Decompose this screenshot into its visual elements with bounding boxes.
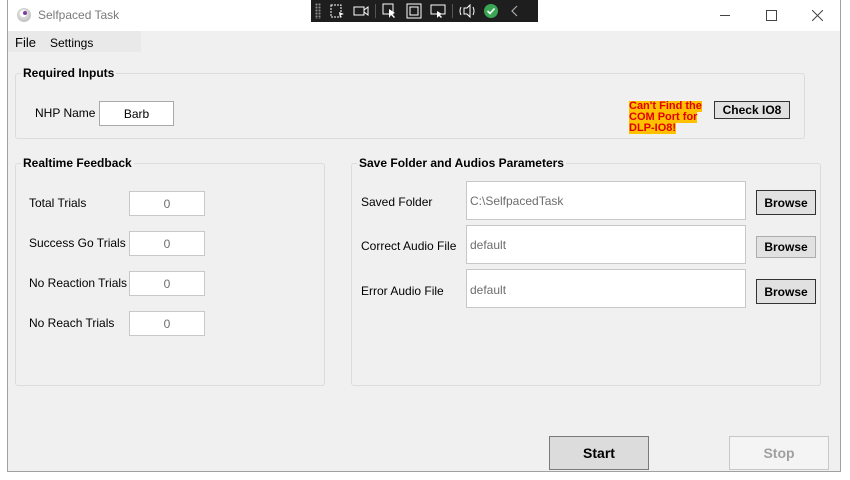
toolbar-grip-icon[interactable]	[315, 3, 321, 19]
no-reach-trials-value: 0	[129, 311, 205, 336]
error-audio-file-path[interactable]: default	[466, 269, 746, 308]
save-folder-legend: Save Folder and Audios Parameters	[359, 156, 564, 170]
toolbar-separator	[452, 4, 453, 18]
no-reaction-trials-label: No Reaction Trials	[29, 276, 128, 290]
screen-capture-icon[interactable]	[426, 0, 450, 22]
minimize-button[interactable]	[702, 0, 748, 31]
success-go-trials-value: 0	[129, 231, 205, 256]
browse-error-audio-button[interactable]: Browse	[756, 279, 816, 304]
success-go-trials-label: Success Go Trials	[29, 236, 126, 250]
correct-audio-file-path[interactable]: default	[466, 225, 746, 264]
window-capture-icon[interactable]	[402, 0, 426, 22]
nhp-name-input[interactable]: Barb	[99, 101, 174, 126]
total-trials-value: 0	[129, 191, 205, 216]
maximize-icon	[765, 10, 777, 21]
pointer-icon[interactable]	[378, 0, 402, 22]
window-title: Selfpaced Task	[38, 8, 120, 22]
floating-toolbar	[311, 0, 538, 22]
app-icon	[17, 8, 31, 22]
menu-settings[interactable]: Settings	[50, 36, 93, 50]
close-button[interactable]	[794, 0, 840, 31]
stop-button[interactable]: Stop	[729, 436, 829, 470]
saved-folder-path[interactable]: C:\SelfpacedTask	[466, 181, 746, 220]
check-io8-button[interactable]: Check IO8	[714, 101, 790, 119]
realtime-feedback-legend: Realtime Feedback	[23, 156, 132, 170]
correct-audio-file-label: Correct Audio File	[361, 239, 457, 253]
required-inputs-legend: Required Inputs	[23, 66, 115, 80]
menu-bar: File Settings	[8, 31, 141, 52]
no-reaction-trials-value: 0	[129, 271, 205, 296]
com-port-warning-text: Can't Find the COM Port for DLP-IO8!	[629, 101, 702, 134]
close-icon	[811, 10, 823, 21]
toolbar-separator	[375, 4, 376, 18]
collapse-icon[interactable]	[503, 0, 527, 22]
nhp-name-label: NHP Name	[35, 106, 96, 120]
com-port-warning: Can't Find the COM Port for DLP-IO8!	[629, 101, 704, 134]
menu-file[interactable]: File	[15, 35, 36, 50]
saved-folder-label: Saved Folder	[361, 195, 433, 209]
browse-correct-audio-button[interactable]: Browse	[756, 236, 816, 258]
total-trials-label: Total Trials	[29, 196, 87, 210]
browse-saved-folder-button[interactable]: Browse	[756, 190, 816, 215]
check-icon[interactable]	[479, 0, 503, 22]
record-video-icon[interactable]	[349, 0, 373, 22]
select-region-icon[interactable]	[325, 0, 349, 22]
start-button[interactable]: Start	[549, 436, 649, 470]
maximize-button[interactable]	[748, 0, 794, 31]
minimize-icon	[720, 15, 730, 16]
main-window: Selfpaced Task File Settings Required In…	[7, 0, 841, 472]
no-reach-trials-label: No Reach Trials	[29, 316, 115, 330]
error-audio-file-label: Error Audio File	[361, 284, 444, 298]
audio-icon[interactable]	[455, 0, 479, 22]
